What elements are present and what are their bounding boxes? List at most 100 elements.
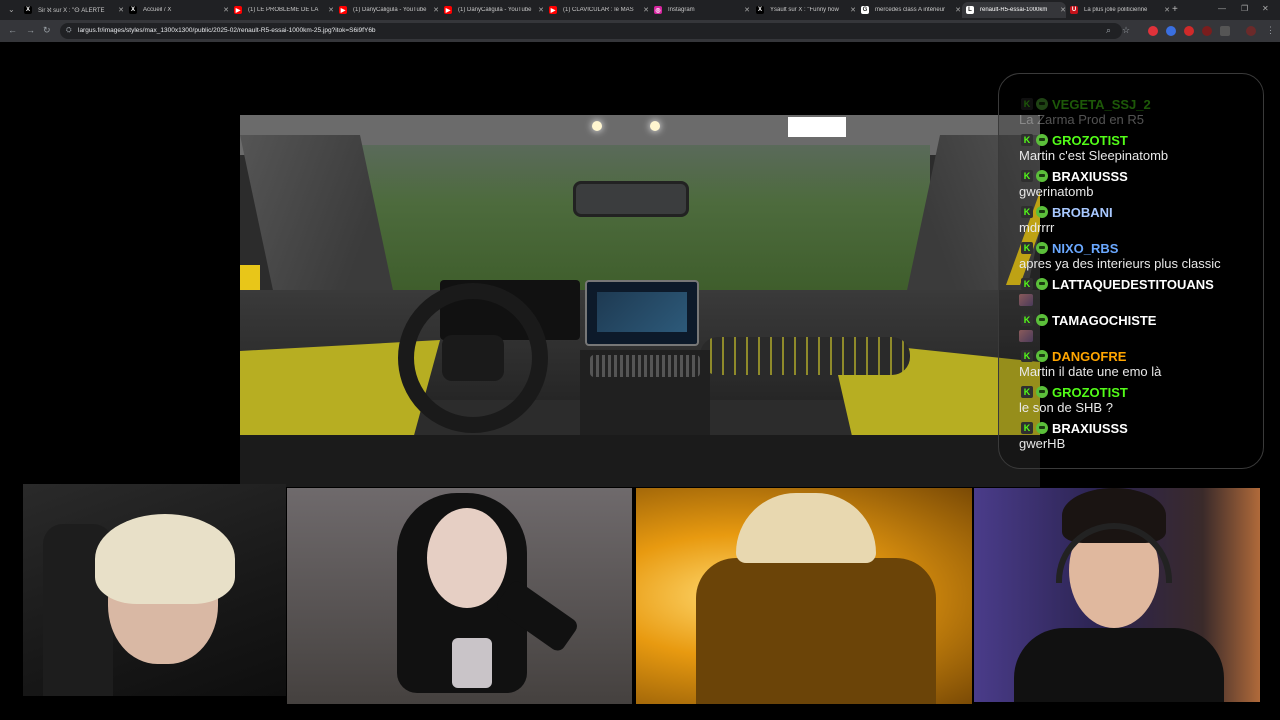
extension-audio-icon[interactable] [1166, 26, 1176, 36]
dome-light-right [650, 121, 660, 131]
tab-4[interactable]: ▶ (1) DanyCaligula - YouTube ✕ [440, 2, 544, 18]
extension-red-icon[interactable] [1184, 26, 1194, 36]
tab-close-icon[interactable]: ✕ [744, 6, 750, 14]
ny-cap [736, 493, 876, 563]
back-icon[interactable]: ← [8, 25, 17, 35]
tab-close-icon[interactable]: ✕ [538, 6, 544, 14]
tab-2[interactable]: ▶ (1) LE PROBLÈME DE LA ✕ [230, 2, 334, 18]
kick-badge-icon: K [1021, 386, 1033, 398]
chat-message: K NIXO_RBS apres ya des interieurs plus cl… [1019, 240, 1259, 272]
new-tab-button[interactable]: + [1172, 4, 1178, 15]
tab-7[interactable]: X Ysault sur X : "Funny how ✕ [752, 2, 856, 18]
sub-emote-icon [1036, 422, 1048, 434]
tab-0[interactable]: X Sir ℵ sur X : "ⵙ ALERTE ✕ [20, 2, 124, 18]
url-text: largus.fr/images/styles/max_1300x1300/pu… [78, 27, 376, 34]
chat-username[interactable]: NIXO_RBS [1052, 241, 1118, 256]
tab-close-icon[interactable]: ✕ [643, 6, 649, 14]
tab-1[interactable]: X Accueil / X ✕ [125, 2, 229, 18]
sub-emote-icon [1036, 98, 1048, 110]
person-hair [95, 514, 235, 604]
youtube-icon: ▶ [549, 6, 557, 14]
forward-icon[interactable]: → [26, 25, 35, 35]
address-bar[interactable]: ⛭ largus.fr/images/styles/max_1300x1300/… [60, 23, 1122, 39]
chat-username[interactable]: VEGETA_SSJ_2 [1052, 97, 1151, 112]
chat-username[interactable]: TAMAGOCHISTE [1052, 313, 1156, 328]
rearview-mirror [573, 181, 689, 217]
tab-label: mercedes class A intérieur [875, 7, 946, 13]
bookmark-star-icon[interactable]: ☆ [1122, 25, 1130, 36]
profile-avatar-icon[interactable] [1246, 26, 1256, 36]
chat-username[interactable]: LATTAQUEDESTITOUANS [1052, 277, 1214, 292]
largus-icon: L [966, 6, 974, 14]
tab-label: (1) DanyCaligula - YouTube [353, 7, 427, 13]
kick-badge-icon: K [1021, 98, 1033, 110]
reload-icon[interactable]: ↻ [43, 25, 51, 36]
tab-label: (1) CLAVICULAR : le MAS [563, 7, 634, 13]
youtube-icon: ▶ [444, 6, 452, 14]
toolbar: ← → ↻ ⛭ largus.fr/images/styles/max_1300… [0, 20, 1280, 42]
tab-6[interactable]: ◎ Instagram ✕ [650, 2, 750, 18]
google-icon: G [861, 6, 869, 14]
tab-close-icon[interactable]: ✕ [1164, 6, 1170, 14]
chat-message: K LATTAQUEDESTITOUANS [1019, 276, 1259, 311]
extensions-puzzle-icon[interactable] [1220, 26, 1230, 36]
chat-message: K BRAXIUSSS gwerinatomb [1019, 168, 1259, 200]
tab-label: (1) DanyCaligula - YouTube [458, 7, 532, 13]
sub-emote-icon [1036, 242, 1048, 254]
sub-emote-icon [1036, 350, 1048, 362]
extension-pdf-icon[interactable] [1148, 26, 1158, 36]
menu-kebab-icon[interactable]: ⋮ [1266, 25, 1275, 36]
kick-badge-icon: K [1021, 422, 1033, 434]
restore-icon[interactable]: ❐ [1241, 4, 1248, 13]
dome-light-left [592, 121, 602, 131]
windshield [345, 145, 930, 290]
site-info-icon[interactable]: ⛭ [66, 23, 72, 39]
chat-username[interactable]: GROZOTIST [1052, 385, 1128, 400]
steering-wheel-hub [442, 335, 504, 381]
chat-message: K BROBANI mdrrrr [1019, 204, 1259, 236]
close-window-icon[interactable]: ✕ [1262, 4, 1269, 13]
kick-badge-icon: K [1021, 350, 1033, 362]
chat-overlay: K VEGETA_SSJ_2 La Zarma Prod en R5 K GROZOTI… [998, 73, 1264, 469]
sub-emote-icon [1036, 170, 1048, 182]
tab-close-icon[interactable]: ✕ [118, 6, 124, 14]
webcam-streamer-2 [287, 488, 632, 704]
chat-message: K DANGOFRE Martin il date une emo là [1019, 348, 1259, 380]
chat-username[interactable]: DANGOFRE [1052, 349, 1126, 364]
chat-text: gwerHB [1019, 436, 1066, 451]
tab-close-icon[interactable]: ✕ [850, 6, 856, 14]
chat-username[interactable]: GROZOTIST [1052, 133, 1128, 148]
kick-badge-icon: K [1021, 314, 1033, 326]
sub-emote-icon [1036, 386, 1048, 398]
zoom-icon[interactable]: ⌕ [1106, 25, 1111, 36]
chat-message: K TAMAGOCHISTE [1019, 312, 1259, 347]
kick-badge-icon: K [1021, 242, 1033, 254]
tab-9[interactable]: Lrenault-R5-essai-1000km ✕ [962, 2, 1066, 18]
dashboard-trim [700, 337, 910, 375]
chat-username[interactable]: BRAXIUSSS [1052, 421, 1128, 436]
tab-search-icon[interactable]: ⌄ [8, 5, 15, 14]
kick-badge-icon: K [1021, 278, 1033, 290]
tab-3[interactable]: ▶ (1) DanyCaligula - YouTube ✕ [335, 2, 439, 18]
chat-text: le son de SHB ? [1019, 400, 1113, 415]
webcam-streamer-1 [23, 484, 286, 696]
tab-label: La plus jolie politicienne [1084, 7, 1148, 13]
tab-close-icon[interactable]: ✕ [955, 6, 961, 14]
tab-close-icon[interactable]: ✕ [328, 6, 334, 14]
chat-text: apres ya des interieurs plus classic [1019, 256, 1221, 271]
extension-badge-icon[interactable] [1202, 26, 1212, 36]
tab-strip: ⌄ X Sir ℵ sur X : "ⵙ ALERTE ✕ X Accueil / X ✕… [0, 0, 1280, 20]
tab-8[interactable]: Gmercedes class A intérieur ✕ [857, 2, 961, 18]
minimize-icon[interactable]: — [1218, 4, 1226, 13]
tab-5[interactable]: ▶ (1) CLAVICULAR : le MAS ✕ [545, 2, 649, 18]
tab-10[interactable]: U La plus jolie politicienne ✕ [1066, 2, 1170, 18]
tab-close-icon[interactable]: ✕ [223, 6, 229, 14]
sub-emote-icon [1036, 314, 1048, 326]
chat-username[interactable]: BRAXIUSSS [1052, 169, 1128, 184]
kick-badge-icon: K [1021, 134, 1033, 146]
webcam-streamer-3 [636, 488, 972, 704]
x-icon: X [24, 6, 32, 14]
chat-emote-image [1019, 294, 1033, 306]
chat-username[interactable]: BROBANI [1052, 205, 1113, 220]
tab-close-icon[interactable]: ✕ [433, 6, 439, 14]
